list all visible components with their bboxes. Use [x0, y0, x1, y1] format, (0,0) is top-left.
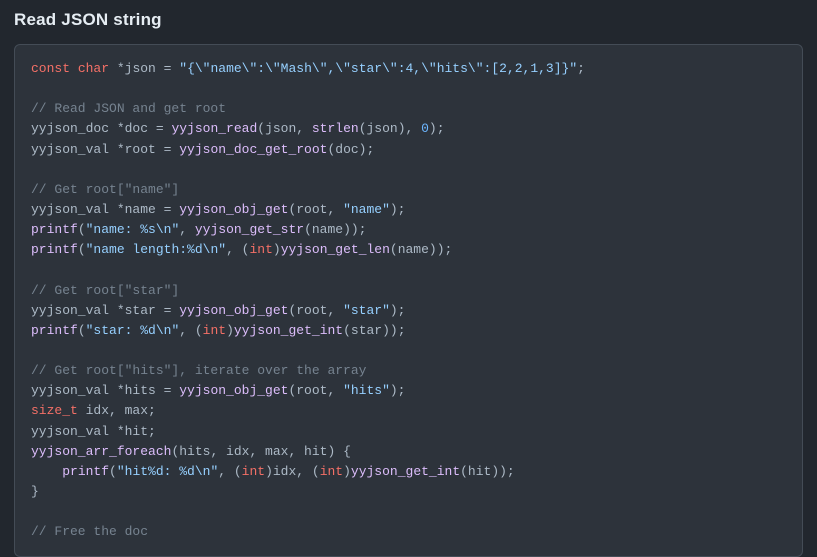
- code-token: int: [249, 242, 272, 257]
- code-block: const char *json = "{\"name\":\"Mash\",\…: [14, 44, 803, 557]
- code-token: "{\"name\":\"Mash\",\"star\":4,\"hits\":…: [179, 61, 577, 76]
- code-token: ): [226, 323, 234, 338]
- code-token: yyjson_get_int: [234, 323, 343, 338]
- code-token: )idx, (: [265, 464, 320, 479]
- code-token: (: [78, 242, 86, 257]
- code-token: // Get root["name"]: [31, 182, 179, 197]
- code-token: , (: [226, 242, 249, 257]
- code-token: (: [78, 222, 86, 237]
- code-token: "name: %s\n": [86, 222, 180, 237]
- code-token: yyjson_obj_get: [179, 303, 288, 318]
- code-token: printf: [62, 464, 109, 479]
- code-token: yyjson_val *name =: [31, 202, 179, 217]
- code-token: // Get root["hits"], iterate over the ar…: [31, 363, 366, 378]
- code-token: // Get root["star"]: [31, 283, 179, 298]
- code-token: (star));: [343, 323, 405, 338]
- code-token: (hit));: [460, 464, 515, 479]
- code-token: yyjson_val *hits =: [31, 383, 179, 398]
- code-token: "star: %d\n": [86, 323, 180, 338]
- code-token: yyjson_doc_get_root: [179, 142, 327, 157]
- code-token: yyjson_get_str: [195, 222, 304, 237]
- code-token: yyjson_read: [171, 121, 257, 136]
- code-token: );: [390, 383, 406, 398]
- code-token: yyjson_get_int: [351, 464, 460, 479]
- code-token: idx, max;: [78, 403, 156, 418]
- code-token: yyjson_val *star =: [31, 303, 179, 318]
- code-token: (name));: [390, 242, 452, 257]
- code-token: "name length:%d\n": [86, 242, 226, 257]
- code-token: }: [31, 484, 39, 499]
- code-token: (doc);: [327, 142, 374, 157]
- code-token: );: [390, 303, 406, 318]
- code-token: printf: [31, 323, 78, 338]
- code-token: (hits, idx, max, hit) {: [171, 444, 350, 459]
- code-token: *json =: [109, 61, 179, 76]
- section-heading: Read JSON string: [14, 10, 803, 30]
- code-token: printf: [31, 222, 78, 237]
- code-token: ): [343, 464, 351, 479]
- code-token: yyjson_obj_get: [179, 202, 288, 217]
- code-content: const char *json = "{\"name\":\"Mash\",\…: [31, 61, 585, 539]
- code-token: strlen: [312, 121, 359, 136]
- code-token: const: [31, 61, 70, 76]
- code-token: size_t: [31, 403, 78, 418]
- code-token: int: [242, 464, 265, 479]
- code-token: , (: [218, 464, 241, 479]
- code-token: (: [78, 323, 86, 338]
- code-token: (root,: [288, 202, 343, 217]
- code-token: yyjson_doc *doc =: [31, 121, 171, 136]
- code-token: ;: [577, 61, 585, 76]
- code-token: 0: [421, 121, 429, 136]
- code-token: yyjson_get_len: [281, 242, 390, 257]
- code-token: // Read JSON and get root: [31, 101, 226, 116]
- code-token: "hits": [343, 383, 390, 398]
- code-token: , (: [179, 323, 202, 338]
- code-token: "hit%d: %d\n": [117, 464, 218, 479]
- code-token: "star": [343, 303, 390, 318]
- code-token: "name": [343, 202, 390, 217]
- code-token: );: [429, 121, 445, 136]
- code-token: [31, 464, 62, 479]
- code-token: );: [390, 202, 406, 217]
- code-token: [70, 61, 78, 76]
- code-token: (root,: [288, 303, 343, 318]
- code-token: yyjson_val *root =: [31, 142, 179, 157]
- code-token: ): [273, 242, 281, 257]
- code-token: (json),: [359, 121, 421, 136]
- code-token: (: [109, 464, 117, 479]
- code-token: char: [78, 61, 109, 76]
- code-token: yyjson_val *hit;: [31, 424, 156, 439]
- code-token: ,: [179, 222, 195, 237]
- code-token: (name));: [304, 222, 366, 237]
- code-token: (json,: [257, 121, 312, 136]
- code-token: int: [203, 323, 226, 338]
- code-token: // Free the doc: [31, 524, 148, 539]
- code-token: int: [320, 464, 343, 479]
- code-token: yyjson_arr_foreach: [31, 444, 171, 459]
- code-token: printf: [31, 242, 78, 257]
- code-token: (root,: [288, 383, 343, 398]
- code-token: yyjson_obj_get: [179, 383, 288, 398]
